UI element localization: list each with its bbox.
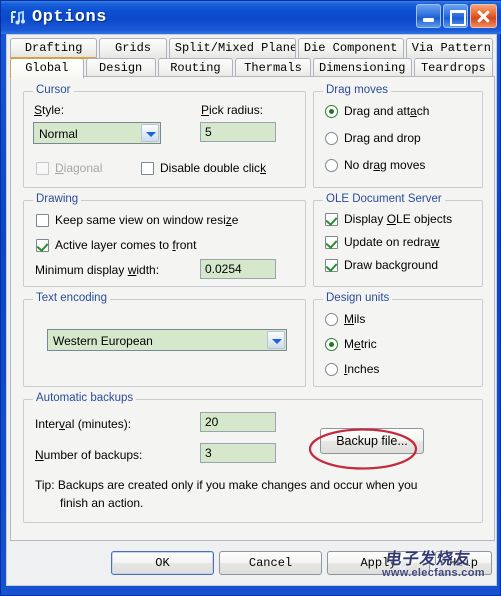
tab-drafting[interactable]: Drafting [10,38,98,59]
cursor-style-combo[interactable]: Normal [33,122,161,144]
drawing-group: Drawing Keep same view on window resize … [23,193,306,287]
tab-global[interactable]: Global [10,58,84,79]
radio-no-drag-moves-label[interactable]: No drag moves [344,158,425,172]
display-ole-objects-checkbox[interactable] [325,213,338,226]
text-encoding-group-legend: Text encoding [33,292,110,304]
cursor-style-value: Normal [39,127,78,141]
global-tab-page: Cursor Style: Normal Pick radius: 5 Diag… [10,76,495,541]
disable-double-click-label[interactable]: Disable double click [160,161,266,175]
window-controls [416,4,497,28]
backup-tip-line-2: finish an action. [60,496,144,510]
dialog-client-area: Drafting Grids Split/Mixed Plane Die Com… [6,34,497,586]
chevron-down-icon[interactable] [267,331,285,349]
backup-interval-value: 20 [205,415,219,429]
radio-inches-label[interactable]: Inches [344,362,379,376]
update-on-redraw-label[interactable]: Update on redraw [344,235,439,249]
ole-document-server-group: OLE Document Server Display OLE objects … [313,193,483,287]
backups-group-legend: Automatic backups [33,392,137,404]
close-button[interactable] [470,4,497,28]
min-display-width-value: 0.0254 [205,262,242,276]
pick-radius-label: Pick radius: [201,103,264,117]
cancel-button[interactable]: Cancel [219,551,322,575]
update-on-redraw-checkbox[interactable] [325,236,338,249]
radio-drag-and-attach[interactable] [325,105,338,118]
display-ole-objects-label[interactable]: Display OLE objects [344,212,452,226]
options-dialog-window: Options Drafting Grids Split/Mixed Plane… [0,0,501,596]
cursor-style-label: Style: [34,103,65,117]
keep-same-view-checkbox[interactable] [36,214,49,227]
tab-grids[interactable]: Grids [99,38,167,59]
radio-no-drag-moves[interactable] [325,159,338,172]
tab-strip: Drafting Grids Split/Mixed Plane Die Com… [10,38,495,79]
help-button[interactable]: Help [435,551,492,575]
automatic-backups-group: Automatic backups Interval (minutes): 20… [23,392,483,523]
drag-moves-group: Drag moves Drag and attach Drag and drop… [313,84,483,188]
design-units-group: Design units Mils Metric Inches [313,292,483,387]
min-display-width-label: Minimum display width: [35,263,160,277]
draw-background-label[interactable]: Draw background [344,258,438,272]
minimize-button[interactable] [416,4,441,28]
backup-tip-line-1: Tip: Backups are created only if you mak… [35,478,418,492]
diagonal-label: Diagonal [55,161,103,175]
window-title: Options [32,8,107,27]
app-icon [8,8,28,28]
disable-double-click-checkbox[interactable] [141,162,154,175]
text-encoding-value: Western European [53,334,153,348]
radio-mils[interactable] [325,313,338,326]
ole-group-legend: OLE Document Server [323,193,445,205]
cursor-group: Cursor Style: Normal Pick radius: 5 Diag… [23,84,306,188]
radio-mils-label[interactable]: Mils [344,312,365,326]
active-layer-front-checkbox[interactable] [36,239,49,252]
cursor-group-legend: Cursor [33,84,74,96]
maximize-button[interactable] [443,4,468,28]
title-bar[interactable]: Options [1,1,501,34]
radio-metric-label[interactable]: Metric [344,337,377,351]
design-units-group-legend: Design units [323,292,393,304]
drag-moves-group-legend: Drag moves [323,84,391,96]
backup-interval-label: Interval (minutes): [35,417,132,431]
backup-number-label: Number of backups: [35,448,143,462]
radio-metric[interactable] [325,338,338,351]
text-encoding-combo[interactable]: Western European [47,329,287,351]
radio-drag-and-drop-label[interactable]: Drag and drop [344,131,421,145]
radio-inches[interactable] [325,363,338,376]
backup-number-input[interactable]: 3 [200,443,276,463]
active-layer-front-label[interactable]: Active layer comes to front [55,238,196,252]
radio-drag-and-attach-label[interactable]: Drag and attach [344,104,429,118]
tab-via-patterns[interactable]: Via Patterns [405,38,494,59]
drawing-group-legend: Drawing [33,193,82,205]
pick-radius-value: 5 [205,125,212,139]
backup-interval-input[interactable]: 20 [200,412,276,432]
ok-button[interactable]: OK [111,551,214,575]
radio-drag-and-drop[interactable] [325,132,338,145]
chevron-down-icon[interactable] [141,124,159,142]
diagonal-checkbox [36,162,49,175]
tab-die-component[interactable]: Die Component [297,38,404,59]
draw-background-checkbox[interactable] [325,259,338,272]
keep-same-view-label[interactable]: Keep same view on window resize [55,213,238,227]
backup-file-button[interactable]: Backup file... [320,428,424,454]
pick-radius-input[interactable]: 5 [200,122,276,142]
min-display-width-input[interactable]: 0.0254 [200,259,276,279]
apply-button[interactable]: Apply [327,551,430,575]
text-encoding-group: Text encoding Western European [23,292,306,387]
tab-split-mixed-plane[interactable]: Split/Mixed Plane [168,38,296,59]
backup-number-value: 3 [205,446,212,460]
dialog-button-bar: OK Cancel Apply Help [10,543,495,584]
tab-row-upper: Drafting Grids Split/Mixed Plane Die Com… [10,38,495,59]
